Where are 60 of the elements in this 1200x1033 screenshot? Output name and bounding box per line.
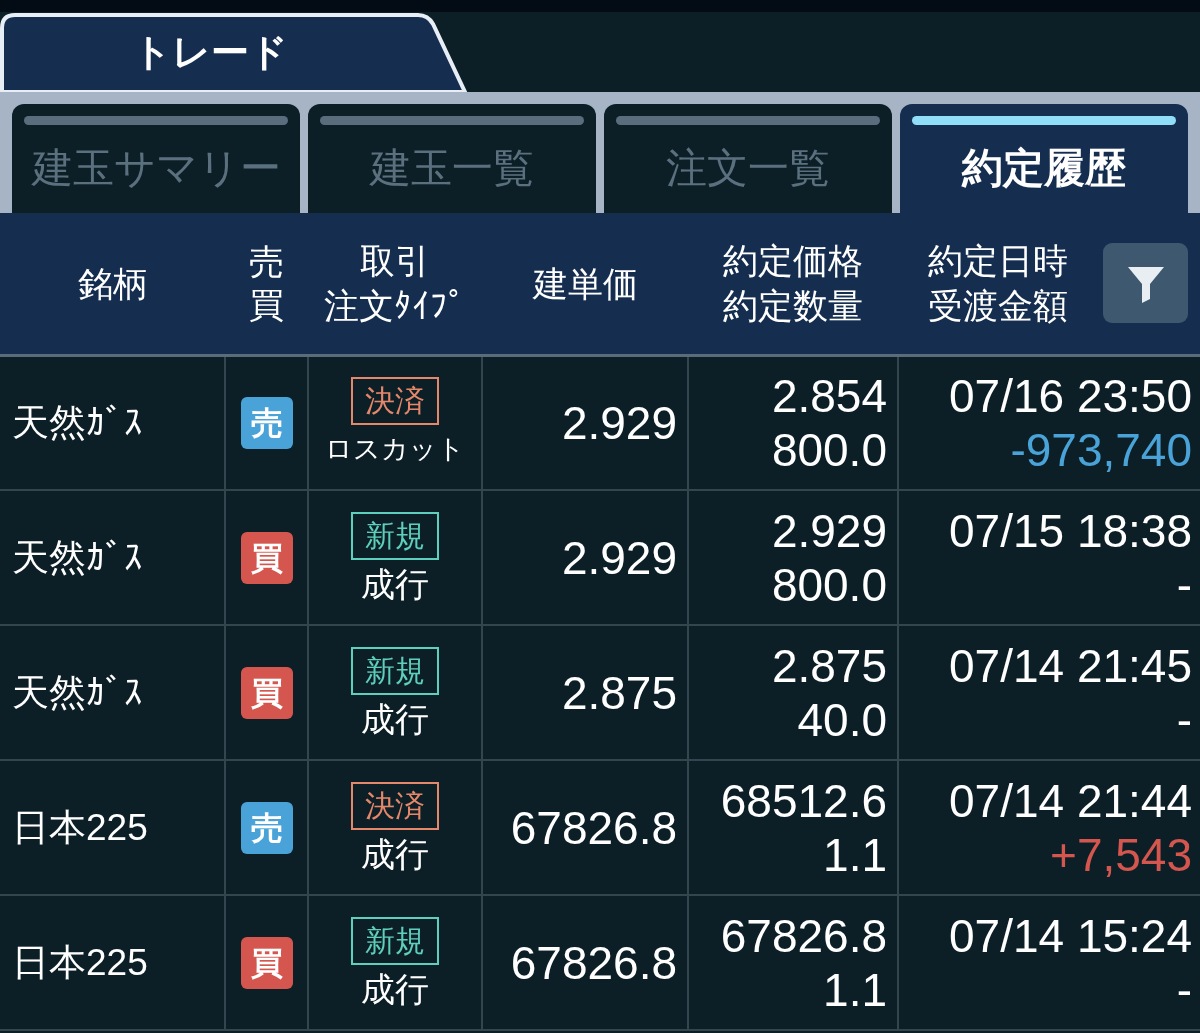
execution-datetime: 07/14 15:24 bbox=[949, 908, 1192, 963]
side-badge: 買 bbox=[240, 666, 293, 719]
column-header: 建単価 bbox=[532, 262, 638, 305]
settlement-amount: +7,543 bbox=[1050, 827, 1192, 882]
order-type: ロスカット bbox=[325, 432, 465, 466]
unit-price: 2.875 bbox=[561, 665, 677, 720]
execution-price: 68512.6 bbox=[720, 773, 887, 828]
instrument-name: 天然ｶﾞｽ bbox=[11, 535, 143, 580]
trade-tab[interactable]: トレード bbox=[0, 12, 468, 92]
column-header: 受渡金額 bbox=[928, 285, 1068, 328]
side-badge: 売 bbox=[240, 396, 293, 449]
trade-type-tag: 新規 bbox=[351, 916, 439, 965]
execution-quantity: 800.0 bbox=[771, 422, 887, 477]
execution-datetime: 07/16 23:50 bbox=[949, 368, 1192, 423]
tab[interactable]: 建玉一覧 bbox=[308, 104, 596, 213]
unit-price: 67826.8 bbox=[510, 800, 677, 855]
settlement-amount: - bbox=[1176, 962, 1192, 1017]
side-badge: 売 bbox=[240, 801, 293, 854]
unit-price: 2.929 bbox=[561, 530, 677, 585]
column-header: 銘柄 bbox=[77, 262, 148, 305]
execution-quantity: 800.0 bbox=[771, 557, 887, 612]
trade-type-tag: 新規 bbox=[351, 646, 439, 695]
column-header: 注文ﾀｲﾌﾟ bbox=[324, 285, 466, 328]
execution-datetime: 07/14 21:44 bbox=[949, 773, 1192, 828]
side-badge: 買 bbox=[240, 531, 293, 584]
execution-datetime: 07/15 18:38 bbox=[949, 503, 1192, 558]
tab[interactable]: 注文一覧 bbox=[604, 104, 892, 213]
trade-type-tag: 新規 bbox=[351, 511, 439, 560]
instrument-name: 天然ｶﾞｽ bbox=[11, 401, 143, 445]
tab[interactable]: 建玉サマリー bbox=[12, 104, 300, 213]
execution-quantity: 40.0 bbox=[797, 692, 887, 747]
order-type: 成行 bbox=[361, 563, 429, 604]
settlement-amount: - bbox=[1176, 692, 1192, 747]
column-header: 売買 bbox=[249, 240, 284, 327]
order-type: 成行 bbox=[361, 968, 429, 1009]
side-badge: 買 bbox=[240, 936, 293, 989]
instrument-name: 日本225 bbox=[11, 940, 148, 985]
column-header: 約定数量 bbox=[723, 285, 863, 328]
settlement-amount: - bbox=[1176, 557, 1192, 612]
execution-quantity: 1.1 bbox=[823, 827, 887, 882]
trade-type-tag: 決済 bbox=[351, 781, 439, 830]
execution-price: 2.929 bbox=[771, 503, 887, 558]
unit-price: 2.929 bbox=[561, 395, 677, 450]
tab[interactable]: 約定履歴 bbox=[900, 104, 1188, 213]
column-header: 約定日時 bbox=[928, 239, 1068, 282]
column-header: 取引 bbox=[360, 239, 430, 282]
unit-price: 67826.8 bbox=[510, 935, 677, 990]
filter-button[interactable] bbox=[1103, 243, 1188, 324]
instrument-name: 日本225 bbox=[11, 805, 148, 850]
execution-price: 67826.8 bbox=[720, 908, 887, 963]
trade-type-tag: 決済 bbox=[351, 376, 439, 425]
column-header: 約定価格 bbox=[723, 239, 863, 282]
settlement-amount: -973,740 bbox=[1010, 422, 1192, 477]
execution-quantity: 1.1 bbox=[823, 962, 887, 1017]
order-type: 成行 bbox=[361, 833, 429, 874]
instrument-name: 天然ｶﾞｽ bbox=[11, 670, 143, 715]
execution-price: 2.875 bbox=[771, 638, 887, 693]
execution-price: 2.854 bbox=[771, 368, 887, 423]
order-type: 成行 bbox=[361, 698, 429, 739]
execution-datetime: 07/14 21:45 bbox=[949, 638, 1192, 693]
